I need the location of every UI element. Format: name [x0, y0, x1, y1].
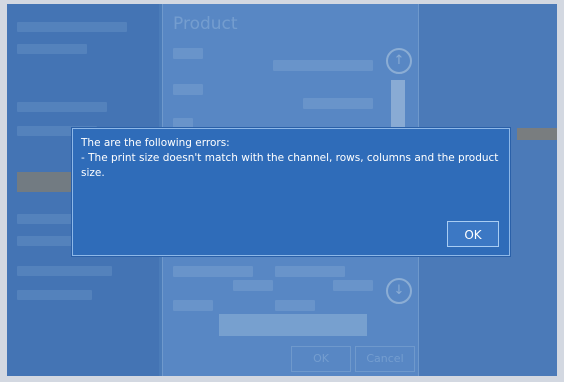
ok-button[interactable]: OK	[447, 221, 499, 247]
error-message-detail: - The print size doesn't match with the …	[81, 152, 499, 179]
error-message-heading: The are the following errors:	[81, 137, 230, 149]
error-message: The are the following errors: - The prin…	[81, 136, 505, 181]
error-dialog: The are the following errors: - The prin…	[72, 128, 510, 256]
